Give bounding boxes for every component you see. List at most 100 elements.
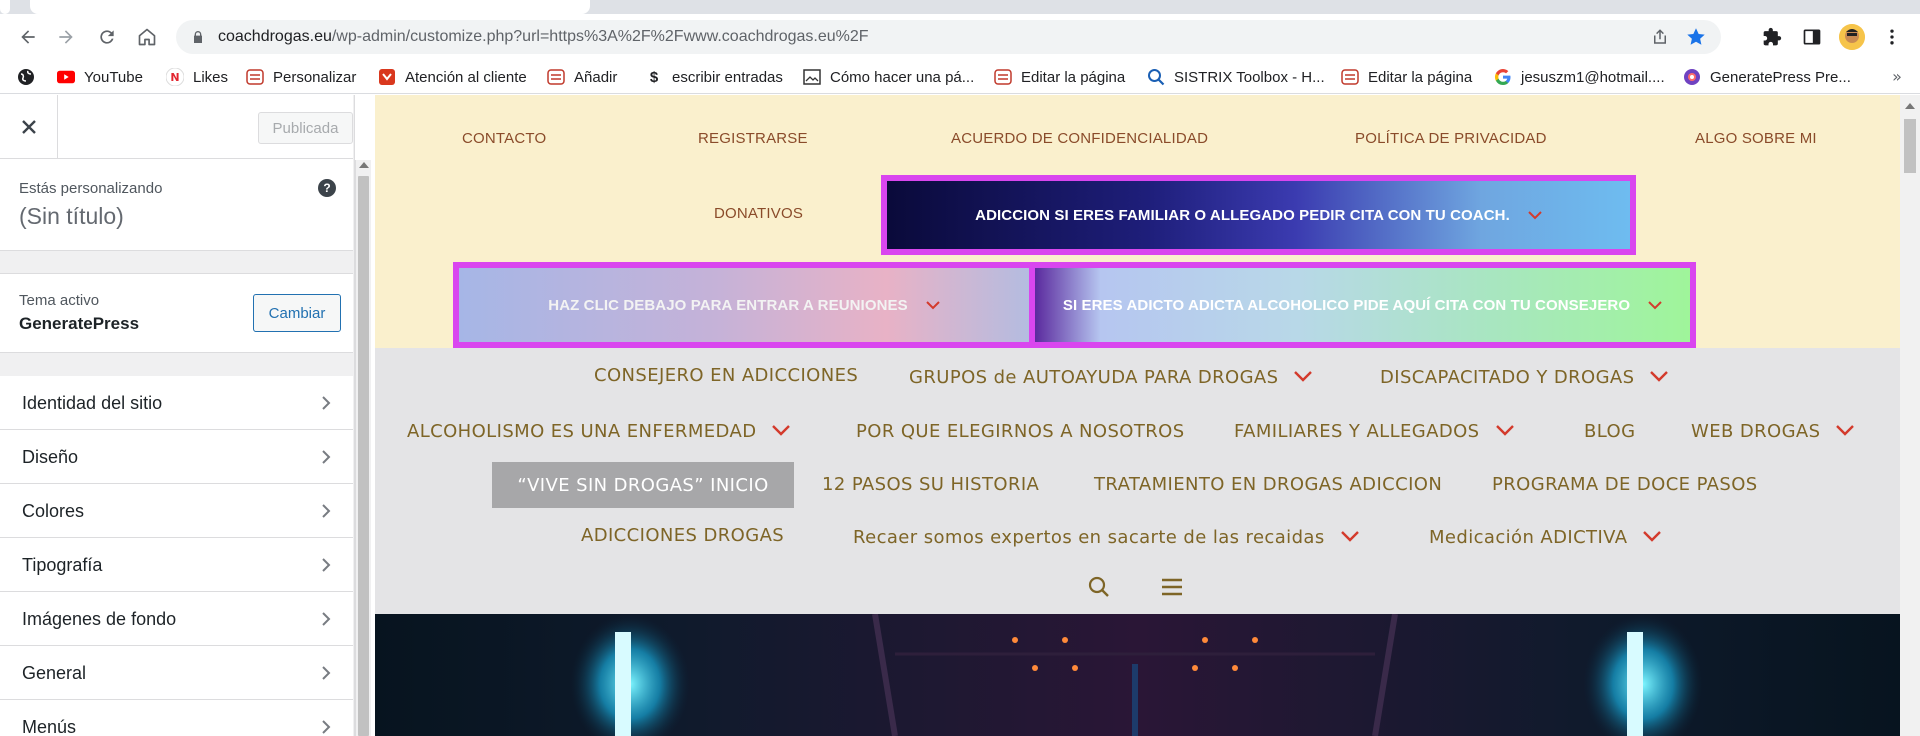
url-text: coachdrogas.eu/wp-admin/customize.php?ur… <box>218 20 869 54</box>
youtube-icon <box>57 68 75 86</box>
customizer-header: Publicada <box>0 95 353 159</box>
active-theme-section: Tema activo GeneratePress Cambiar <box>0 273 353 353</box>
nav-item-label: ALCOHOLISMO ES UNA ENFERMEDAD <box>407 421 757 442</box>
nav-item-blog[interactable]: BLOG <box>1584 421 1635 442</box>
nav-item-programa-doce-pasos[interactable]: PROGRAMA DE DOCE PASOS <box>1492 474 1758 495</box>
customizing-info: Estás personalizando (Sin título) ? <box>0 159 353 251</box>
site-title: (Sin título) <box>19 203 124 229</box>
nav-item-grupos-autoayuda[interactable]: GRUPOS de AUTOAYUDA PARA DROGAS <box>909 367 1313 388</box>
extensions-button[interactable] <box>1757 22 1787 52</box>
nav-link-politica[interactable]: POLÍTICA DE PRIVACIDAD <box>1355 130 1547 147</box>
url-path: /wp-admin/customize.php?url=https%3A%2F%… <box>331 28 869 45</box>
bookmark-generatepress[interactable]: GeneratePress Pre... <box>1683 60 1851 94</box>
nav-link-donativos[interactable]: DONATIVOS <box>714 205 803 222</box>
nav-item-consejero[interactable]: CONSEJERO EN ADICCIONES <box>594 365 858 386</box>
section-general[interactable]: General <box>0 646 353 700</box>
nav-link-acuerdo[interactable]: ACUERDO DE CONFIDENCIALIDAD <box>951 130 1208 147</box>
section-diseno[interactable]: Diseño <box>0 430 353 484</box>
close-customizer-button[interactable] <box>0 95 58 159</box>
nav-item-adicciones-drogas[interactable]: ADICCIONES DROGAS <box>581 525 784 546</box>
nav-item-12-pasos[interactable]: 12 PASOS SU HISTORIA <box>822 474 1039 495</box>
bookmark-editar-2[interactable]: Editar la página <box>1341 60 1472 94</box>
bookmark-hotmail[interactable]: jesuszm1@hotmail.... <box>1494 60 1665 94</box>
scrollbar-thumb[interactable] <box>358 176 369 736</box>
hamburger-menu-icon[interactable] <box>1161 578 1183 596</box>
cita-familiar-menu-item[interactable]: ADICCION SI ERES FAMILIAR O ALLEGADO PED… <box>881 175 1636 255</box>
section-identidad-del-sitio[interactable]: Identidad del sitio <box>0 376 353 430</box>
preview-scrollbar[interactable] <box>1900 95 1920 736</box>
kebab-menu-icon <box>1890 29 1894 45</box>
bookmark-personalizar[interactable]: Personalizar <box>246 60 356 94</box>
nav-link-contacto[interactable]: CONTACTO <box>462 130 546 147</box>
nav-item-web-drogas[interactable]: WEB DROGAS <box>1691 421 1855 442</box>
cita-familiar-label: ADICCION SI ERES FAMILIAR O ALLEGADO PED… <box>975 206 1510 224</box>
section-menus[interactable]: Menús <box>0 700 353 736</box>
nav-link-algo-sobre-mi[interactable]: ALGO SOBRE MI <box>1695 130 1817 147</box>
customizer-panel: Estás personalizando (Sin título) ? Tema… <box>0 159 353 736</box>
sidebar-scrollbar[interactable] <box>355 160 371 736</box>
customizing-label: Estás personalizando <box>19 180 163 197</box>
bookmarks-overflow-button[interactable]: » <box>1886 66 1908 88</box>
hero-image <box>375 614 1900 736</box>
nav-item-tratamiento[interactable]: TRATAMIENTO EN DROGAS ADICCION <box>1094 474 1442 495</box>
secondary-navigation: CONTACTO REGISTRARSE ACUERDO DE CONFIDEN… <box>375 95 1900 348</box>
chevron-right-icon <box>322 666 331 680</box>
bookmark-label: GeneratePress Pre... <box>1710 68 1851 86</box>
nav-item-label: GRUPOS de AUTOAYUDA PARA DROGAS <box>909 367 1279 388</box>
bookmark-como-hacer[interactable]: Cómo hacer una pá... <box>803 60 974 94</box>
theme-name: GeneratePress <box>19 314 140 333</box>
nav-item-discapacitado[interactable]: DISCAPACITADO Y DROGAS <box>1380 367 1669 388</box>
scrollbar-thumb[interactable] <box>1904 119 1916 173</box>
change-theme-button[interactable]: Cambiar <box>253 294 341 332</box>
forward-button[interactable] <box>51 22 81 52</box>
bookmark-item[interactable] <box>17 60 44 94</box>
nav-item-por-que-elegirnos[interactable]: POR QUE ELEGIRNOS A NOSOTROS <box>856 421 1185 442</box>
bookmark-editar-1[interactable]: Editar la página <box>994 60 1125 94</box>
side-panel-button[interactable] <box>1797 22 1827 52</box>
help-icon[interactable]: ? <box>318 179 336 197</box>
reload-button[interactable] <box>92 22 122 52</box>
shield-favicon-icon <box>378 68 396 86</box>
nav-item-label: POR QUE ELEGIRNOS A NOSOTROS <box>856 421 1185 442</box>
section-imagenes-de-fondo[interactable]: Imágenes de fondo <box>0 592 353 646</box>
bookmark-likes[interactable]: N Likes <box>166 60 228 94</box>
nav-item-label: WEB DROGAS <box>1691 421 1821 442</box>
chevron-down-icon <box>772 425 791 436</box>
share-icon[interactable] <box>1651 28 1669 46</box>
nav-link-registrarse[interactable]: REGISTRARSE <box>698 130 808 147</box>
reuniones-label: HAZ CLIC DEBAJO PARA ENTRAR A REUNIONES <box>548 296 908 314</box>
bookmark-escribir[interactable]: $ escribir entradas <box>645 60 783 94</box>
chevron-right-icon <box>322 612 331 626</box>
section-colores[interactable]: Colores <box>0 484 353 538</box>
cita-consejero-menu-item[interactable]: SI ERES ADICTO ADICTA ALCOHOLICO PIDE AQ… <box>1029 262 1696 348</box>
bookmark-youtube[interactable]: YouTube <box>57 60 143 94</box>
chevron-right-icon <box>322 558 331 572</box>
scroll-up-arrow-icon[interactable] <box>1905 103 1915 109</box>
hero-corridor-graphic <box>375 614 1900 736</box>
active-tab[interactable] <box>30 0 590 14</box>
browser-menu-button[interactable] <box>1877 22 1907 52</box>
bookmark-label: escribir entradas <box>672 68 783 86</box>
section-tipografia[interactable]: Tipografía <box>0 538 353 592</box>
bookmark-label: Cómo hacer una pá... <box>830 68 975 86</box>
nav-item-medicacion-adictiva[interactable]: Medicación ADICTIVA <box>1429 527 1662 548</box>
side-panel-icon <box>1803 29 1821 45</box>
reuniones-menu-item[interactable]: HAZ CLIC DEBAJO PARA ENTRAR A REUNIONES <box>453 262 1035 348</box>
nav-item-recaer[interactable]: Recaer somos expertos en sacarte de las … <box>853 527 1359 548</box>
scroll-up-arrow-icon[interactable] <box>359 162 369 168</box>
address-bar[interactable]: coachdrogas.eu/wp-admin/customize.php?ur… <box>176 20 1721 54</box>
profile-avatar[interactable] <box>1839 24 1865 50</box>
search-icon[interactable] <box>1088 576 1110 598</box>
nav-item-familiares[interactable]: FAMILIARES Y ALLEGADOS <box>1234 421 1514 442</box>
home-button[interactable] <box>132 22 162 52</box>
bookmark-sistrix[interactable]: SISTRIX Toolbox - H... <box>1147 60 1325 94</box>
bookmark-star-icon[interactable] <box>1685 26 1707 48</box>
publish-button[interactable]: Publicada <box>258 112 353 144</box>
bookmark-label: jesuszm1@hotmail.... <box>1521 68 1665 86</box>
nav-item-alcoholismo[interactable]: ALCOHOLISMO ES UNA ENFERMEDAD <box>407 421 791 442</box>
generatepress-icon <box>1683 68 1701 86</box>
bookmark-atencion[interactable]: Atención al cliente <box>378 60 527 94</box>
bookmark-anadir[interactable]: Añadir <box>547 60 617 94</box>
nav-item-vive-sin-drogas-current[interactable]: “VIVE SIN DROGAS” INICIO <box>492 462 794 508</box>
back-button[interactable] <box>13 22 43 52</box>
